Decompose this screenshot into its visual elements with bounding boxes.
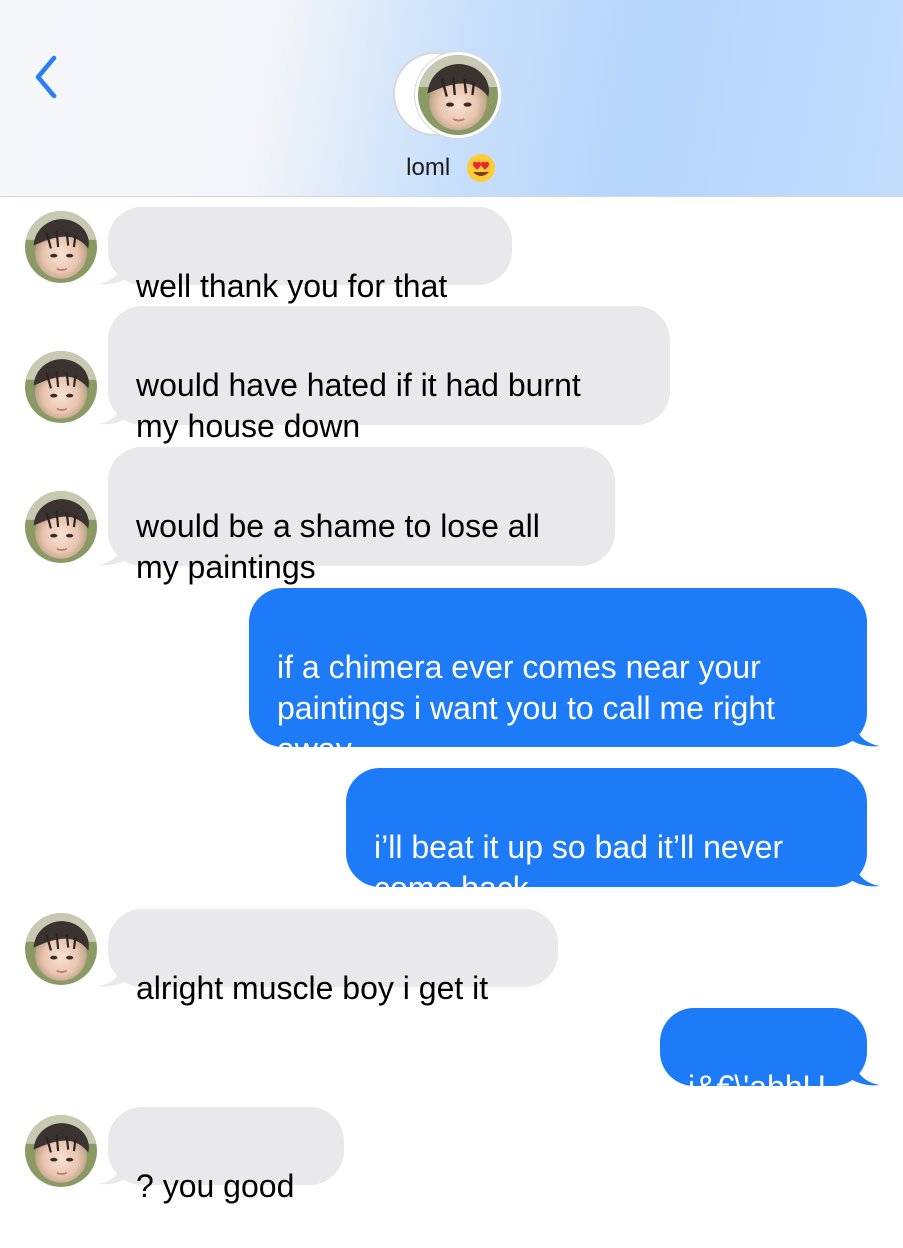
incoming-message-bubble[interactable]: ? you good bbox=[108, 1107, 344, 1204]
incoming-bubble-tail bbox=[98, 256, 136, 285]
chevron-left-icon[interactable] bbox=[28, 52, 64, 102]
outgoing-message-bubble[interactable]: i&€\'abhU bbox=[660, 1008, 867, 1105]
outgoing-bubble-tail bbox=[842, 1057, 880, 1086]
incoming-bubble-tail bbox=[98, 958, 136, 987]
sender-avatar[interactable] bbox=[25, 913, 97, 985]
message-text: well thank you for that bbox=[136, 268, 448, 304]
message-text: alright muscle boy i get it bbox=[136, 970, 489, 1006]
contact-name[interactable]: loml bbox=[406, 154, 450, 181]
sender-avatar[interactable] bbox=[25, 211, 97, 283]
outgoing-message-bubble[interactable]: i’ll beat it up so bad it’ll never come … bbox=[346, 768, 867, 906]
message-text: i’ll beat it up so bad it’ll never come … bbox=[374, 829, 784, 906]
incoming-bubble-tail bbox=[98, 396, 136, 425]
outgoing-bubble-tail bbox=[842, 718, 880, 747]
incoming-message-bubble[interactable]: well thank you for that bbox=[108, 207, 512, 304]
sender-avatar[interactable] bbox=[25, 351, 97, 423]
avatar-photo bbox=[415, 52, 501, 138]
message-text: if a chimera ever comes near your painti… bbox=[277, 649, 776, 767]
incoming-message-bubble[interactable]: would be a shame to lose all my painting… bbox=[108, 447, 615, 585]
incoming-message-bubble[interactable]: alright muscle boy i get it bbox=[108, 909, 558, 1006]
message-text: ? you good bbox=[136, 1168, 295, 1204]
incoming-message-bubble[interactable]: would have hated if it had burnt my hous… bbox=[108, 306, 670, 444]
heart-eyes-emoji-icon bbox=[466, 154, 495, 182]
sender-avatar[interactable] bbox=[25, 1115, 97, 1187]
incoming-bubble-tail bbox=[98, 1156, 136, 1185]
outgoing-message-bubble[interactable]: if a chimera ever comes near your painti… bbox=[249, 588, 867, 767]
message-text: would be a shame to lose all my painting… bbox=[136, 508, 540, 585]
contact-avatar[interactable] bbox=[395, 52, 510, 138]
message-text: i&€\'abhU bbox=[688, 1069, 826, 1105]
contact-name-row[interactable]: loml bbox=[0, 152, 903, 184]
outgoing-bubble-tail bbox=[842, 858, 880, 887]
message-text: would have hated if it had burnt my hous… bbox=[136, 367, 581, 444]
sender-avatar[interactable] bbox=[25, 491, 97, 563]
incoming-bubble-tail bbox=[98, 537, 136, 566]
conversation-header: loml bbox=[0, 0, 903, 197]
back-button[interactable] bbox=[28, 52, 64, 102]
